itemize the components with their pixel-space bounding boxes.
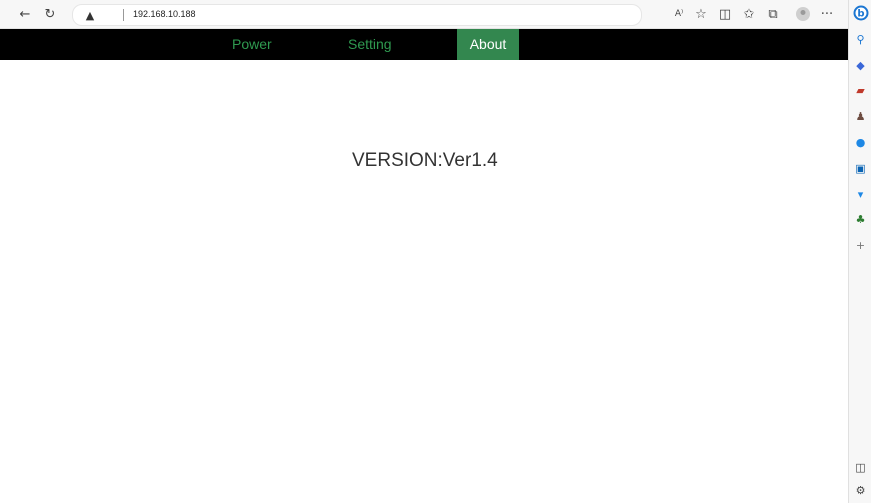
nav-about-link[interactable]: About: [457, 29, 519, 60]
add-icon[interactable]: +: [852, 237, 869, 254]
page-nav-bar: Power Setting About: [0, 29, 848, 60]
tools-icon[interactable]: ▰: [852, 82, 869, 99]
nav-power-link[interactable]: Power: [232, 29, 278, 60]
favorite-star-icon[interactable]: ☆: [692, 5, 710, 23]
office-icon[interactable]: ●: [852, 134, 869, 151]
copilot-icon[interactable]: b: [852, 4, 869, 21]
favorites-icon[interactable]: ✩: [740, 5, 758, 23]
warning-icon[interactable]: ▲: [83, 8, 97, 22]
url-text[interactable]: 192.168.10.188: [133, 9, 196, 19]
search-icon[interactable]: ⚲: [852, 31, 869, 48]
tag-icon[interactable]: ◆: [852, 57, 869, 74]
split-screen-icon[interactable]: ◫: [716, 5, 734, 23]
svg-text:b: b: [857, 8, 864, 19]
drop-icon[interactable]: ▾: [852, 186, 869, 203]
tree-icon[interactable]: ♣: [852, 211, 869, 228]
refresh-icon[interactable]: ↻: [41, 5, 59, 23]
sidebar-panel-icon[interactable]: ◫: [852, 459, 869, 476]
more-icon[interactable]: ···: [818, 5, 836, 23]
edge-sidebar: b ⚲ ◆ ▰ ♟ ● ▣ ▾ ♣ + ◫ ⚙: [848, 0, 871, 503]
back-arrow-icon[interactable]: ←: [16, 5, 34, 23]
version-text: VERSION:Ver1.4: [352, 150, 498, 171]
profile-icon[interactable]: [794, 5, 812, 23]
read-aloud-icon[interactable]: A⁾: [670, 5, 688, 23]
browser-toolbar: ← ↻ ▲ 192.168.10.188 A⁾ ☆ ◫ ✩ ⧉ ···: [0, 0, 848, 29]
address-separator: [123, 9, 124, 21]
nav-setting-link[interactable]: Setting: [348, 29, 398, 60]
address-bar[interactable]: ▲ 192.168.10.188: [72, 4, 642, 26]
collections-icon[interactable]: ⧉: [764, 5, 782, 23]
people-icon[interactable]: ♟: [852, 108, 869, 125]
outlook-icon[interactable]: ▣: [852, 160, 869, 177]
settings-gear-icon[interactable]: ⚙: [852, 482, 869, 499]
